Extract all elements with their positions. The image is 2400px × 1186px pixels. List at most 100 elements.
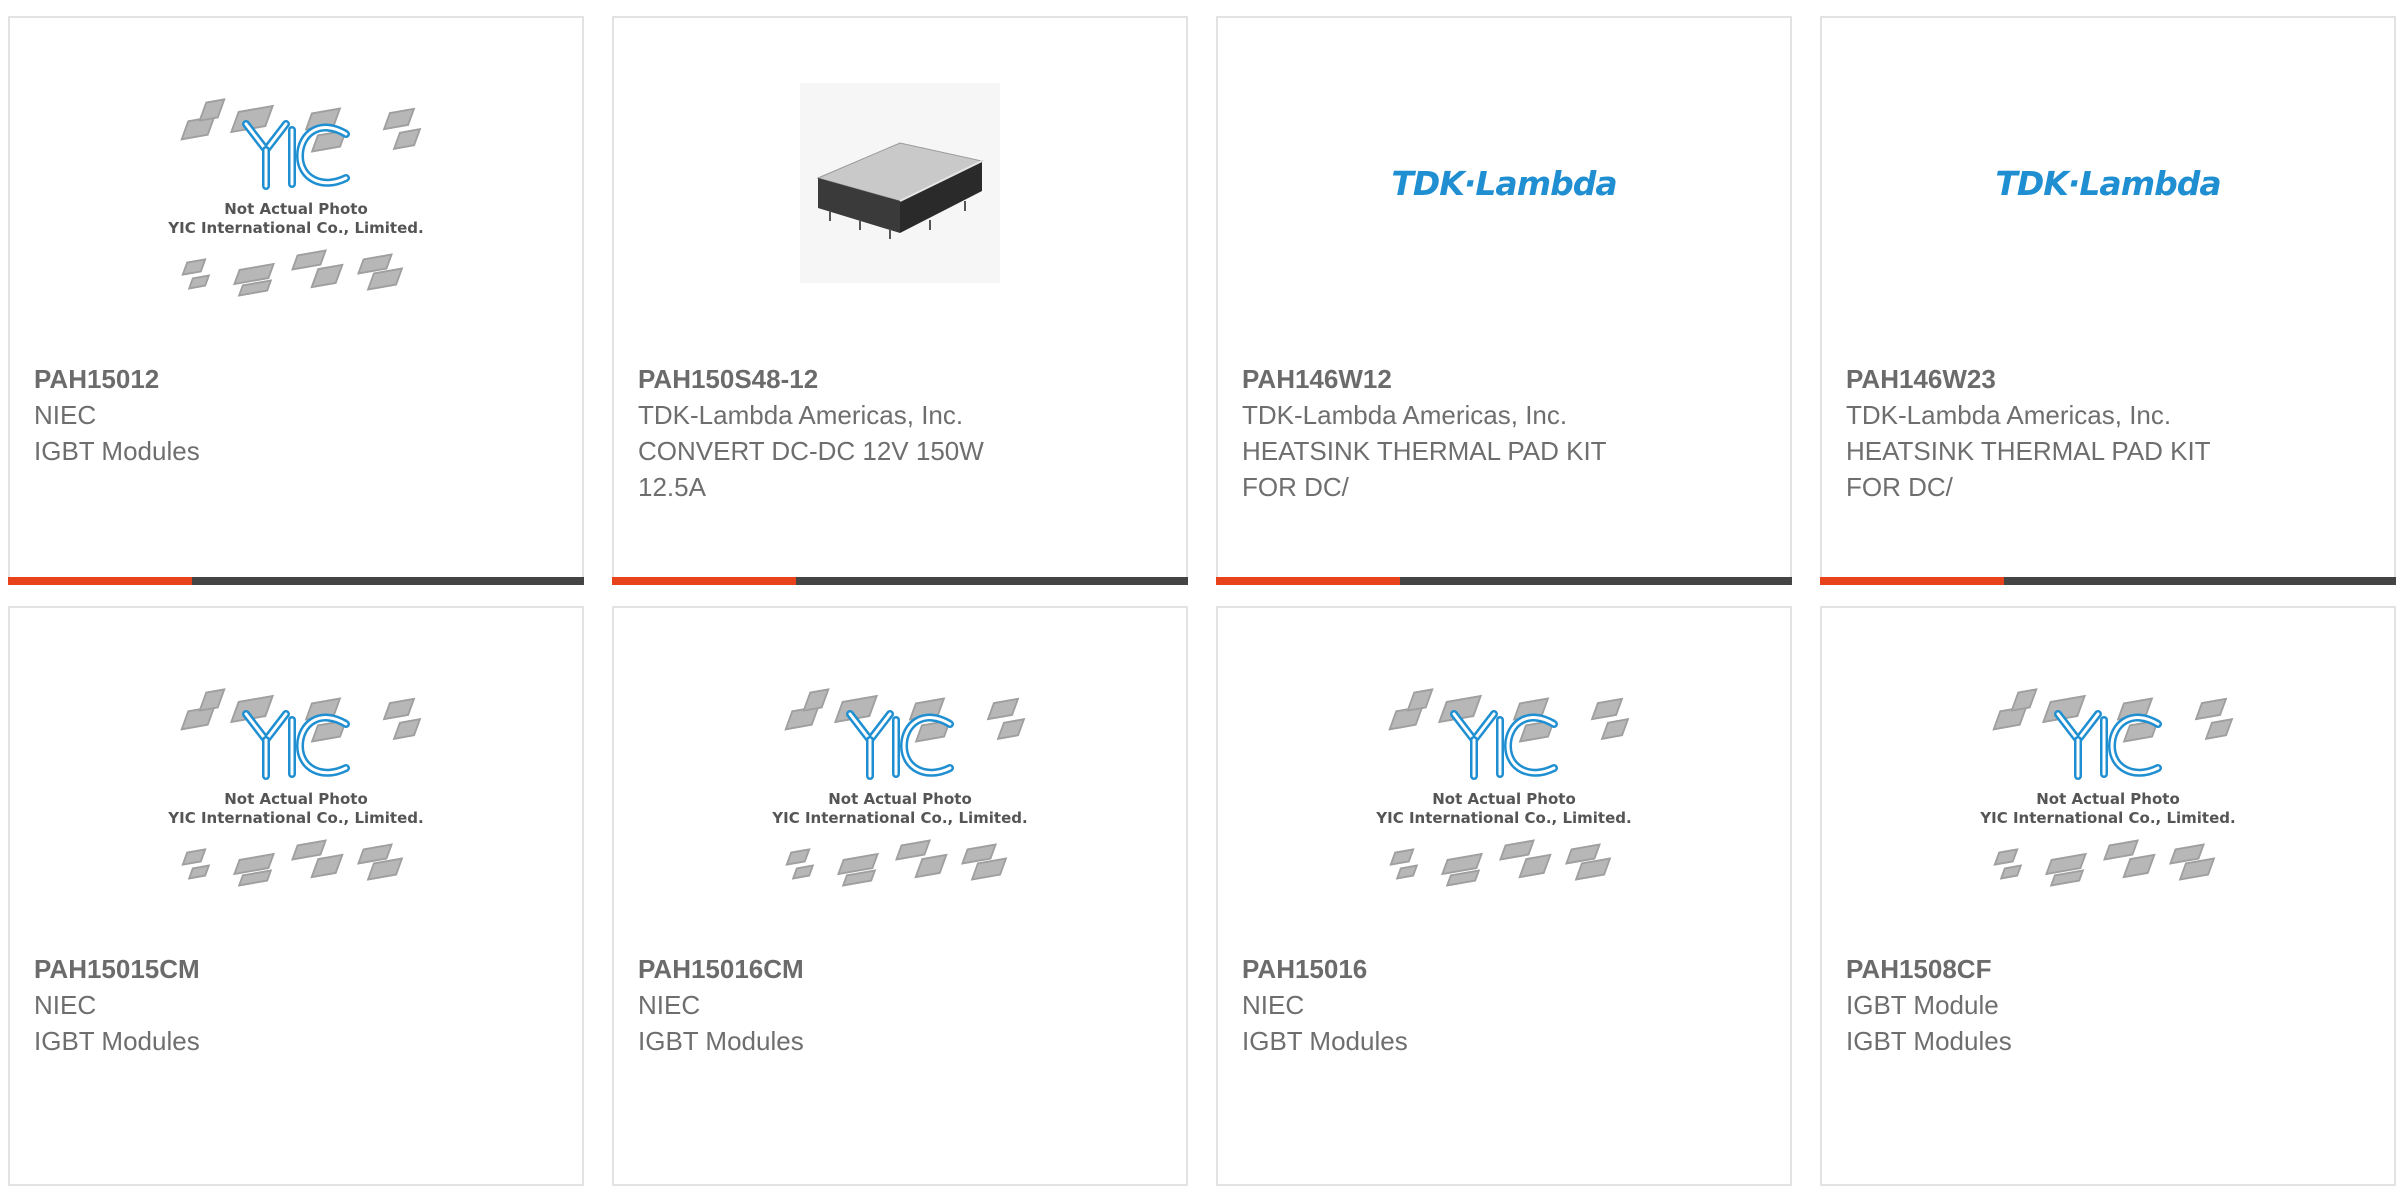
placeholder-company: YIC International Co., Limited. xyxy=(168,219,424,237)
card-bottom-bar xyxy=(1820,577,2396,585)
placeholder-caption: Not Actual Photo xyxy=(828,790,972,808)
manufacturer: TDK-Lambda Americas, Inc. xyxy=(638,400,964,430)
yic-logo xyxy=(2054,710,2162,780)
part-number[interactable]: PAH15012 xyxy=(34,361,504,397)
chip-graphic xyxy=(1389,848,1415,866)
chip-graphic xyxy=(2010,688,2038,712)
chip-graphic xyxy=(986,697,1020,721)
placeholder-company: YIC International Co., Limited. xyxy=(1376,809,1632,827)
description-cont: 12.5A xyxy=(638,472,706,502)
chip-graphic xyxy=(181,848,207,866)
part-number[interactable]: PAH146W12 xyxy=(1242,361,1712,397)
product-grid: Not Actual Photo YIC International Co., L… xyxy=(0,0,2400,1186)
product-image[interactable]: TDK·Lambda xyxy=(1822,18,2394,348)
chip-graphic xyxy=(198,688,226,712)
manufacturer: TDK-Lambda Americas, Inc. xyxy=(1242,400,1568,430)
chip-graphic xyxy=(1395,864,1419,880)
yic-logo xyxy=(242,120,350,190)
chip-graphic xyxy=(1600,718,1630,740)
chip-graphic xyxy=(187,274,211,290)
description: IGBT Modules xyxy=(638,1026,804,1056)
product-image[interactable]: TDK·Lambda xyxy=(1218,18,1790,348)
manufacturer: NIEC xyxy=(34,400,97,430)
tdk-lambda-logo: TDK·Lambda xyxy=(1995,163,2221,203)
card-bottom-bar xyxy=(612,577,1188,585)
placeholder-caption: Not Actual Photo xyxy=(2036,790,2180,808)
part-number[interactable]: PAH1508CF xyxy=(1846,951,2316,987)
description-cont: FOR DC/ xyxy=(1846,472,1953,502)
product-image[interactable]: Not Actual Photo YIC International Co., L… xyxy=(614,608,1186,938)
product-card[interactable]: Not Actual Photo YIC International Co., L… xyxy=(8,16,584,585)
placeholder-company: YIC International Co., Limited. xyxy=(168,809,424,827)
placeholder-caption: Not Actual Photo xyxy=(224,790,368,808)
chip-graphic xyxy=(181,258,207,276)
chip-graphic xyxy=(1999,864,2023,880)
chip-graphic xyxy=(310,853,344,879)
manufacturer: NIEC xyxy=(34,990,97,1020)
product-card[interactable]: Not Actual Photo YIC International Co., L… xyxy=(612,606,1188,1186)
placeholder-caption: Not Actual Photo xyxy=(1432,790,1576,808)
description: IGBT Modules xyxy=(34,436,200,466)
chip-graphic xyxy=(187,864,211,880)
product-card[interactable]: TDK·Lambda PAH146W12 TDK-Lambda Americas… xyxy=(1216,16,1792,585)
chip-graphic xyxy=(785,848,811,866)
manufacturer: NIEC xyxy=(638,990,701,1020)
power-module-photo xyxy=(800,83,1000,283)
chip-graphic xyxy=(198,98,226,122)
part-number[interactable]: PAH15015CM xyxy=(34,951,504,987)
chip-graphic xyxy=(2204,718,2234,740)
product-image[interactable]: Not Actual Photo YIC International Co., L… xyxy=(10,18,582,348)
chip-graphic xyxy=(310,263,344,289)
tdk-lambda-logo: TDK·Lambda xyxy=(1391,163,1617,203)
chip-graphic xyxy=(2194,697,2228,721)
placeholder-image: Not Actual Photo YIC International Co., L… xyxy=(164,66,428,300)
description: IGBT Modules xyxy=(1242,1026,1408,1056)
placeholder-caption: Not Actual Photo xyxy=(224,200,368,218)
chip-graphic xyxy=(802,688,830,712)
placeholder-company: YIC International Co., Limited. xyxy=(1980,809,2236,827)
card-bottom-bar xyxy=(8,577,584,585)
yic-logo xyxy=(242,710,350,780)
product-card[interactable]: PAH150S48-12 TDK-Lambda Americas, Inc. C… xyxy=(612,16,1188,585)
product-card[interactable]: TDK·Lambda PAH146W23 TDK-Lambda Americas… xyxy=(1820,16,2396,585)
description: CONVERT DC-DC 12V 150W xyxy=(638,436,984,466)
chip-graphic xyxy=(996,718,1026,740)
part-number[interactable]: PAH15016CM xyxy=(638,951,1108,987)
chip-graphic xyxy=(2122,853,2156,879)
part-number[interactable]: PAH146W23 xyxy=(1846,361,2316,397)
placeholder-image: Not Actual Photo YIC International Co., L… xyxy=(1372,656,1636,890)
chip-graphic xyxy=(1590,697,1624,721)
yic-logo xyxy=(1450,710,1558,780)
part-number[interactable]: PAH150S48-12 xyxy=(638,361,1108,397)
description: HEATSINK THERMAL PAD KIT xyxy=(1242,436,1607,466)
chip-graphic xyxy=(1518,853,1552,879)
placeholder-image: Not Actual Photo YIC International Co., L… xyxy=(164,656,428,890)
chip-graphic xyxy=(392,718,422,740)
chip-graphic xyxy=(914,853,948,879)
chip-graphic xyxy=(791,864,815,880)
yic-logo xyxy=(846,710,954,780)
part-number[interactable]: PAH15016 xyxy=(1242,951,1712,987)
product-image[interactable]: Not Actual Photo YIC International Co., L… xyxy=(1218,608,1790,938)
product-card[interactable]: Not Actual Photo YIC International Co., L… xyxy=(1820,606,2396,1186)
manufacturer: NIEC xyxy=(1242,990,1305,1020)
placeholder-image: Not Actual Photo YIC International Co., L… xyxy=(1976,656,2240,890)
placeholder-image: Not Actual Photo YIC International Co., L… xyxy=(768,656,1032,890)
manufacturer: IGBT Module xyxy=(1846,990,1999,1020)
chip-graphic xyxy=(382,107,416,131)
description: IGBT Modules xyxy=(1846,1026,2012,1056)
manufacturer: TDK-Lambda Americas, Inc. xyxy=(1846,400,2172,430)
chip-graphic xyxy=(382,697,416,721)
product-card[interactable]: Not Actual Photo YIC International Co., L… xyxy=(1216,606,1792,1186)
product-image[interactable] xyxy=(614,18,1186,348)
placeholder-company: YIC International Co., Limited. xyxy=(772,809,1028,827)
product-card[interactable]: Not Actual Photo YIC International Co., L… xyxy=(8,606,584,1186)
description: HEATSINK THERMAL PAD KIT xyxy=(1846,436,2211,466)
chip-graphic xyxy=(1993,848,2019,866)
description-cont: FOR DC/ xyxy=(1242,472,1349,502)
product-image[interactable]: Not Actual Photo YIC International Co., L… xyxy=(1822,608,2394,938)
description: IGBT Modules xyxy=(34,1026,200,1056)
product-image[interactable]: Not Actual Photo YIC International Co., L… xyxy=(10,608,582,938)
card-bottom-bar xyxy=(1216,577,1792,585)
chip-graphic xyxy=(392,128,422,150)
